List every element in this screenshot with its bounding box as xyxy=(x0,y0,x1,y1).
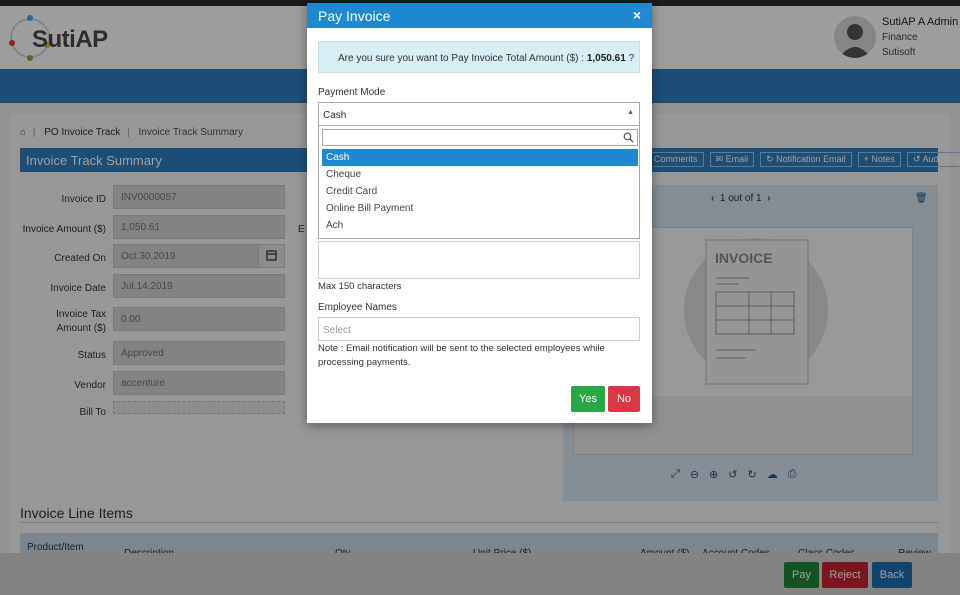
payment-mode-dropdown: Cash Cheque Credit Card Online Bill Paym… xyxy=(318,126,640,239)
confirm-amount: 1,050.61 xyxy=(586,53,626,64)
option-ach[interactable]: Ach xyxy=(322,217,638,234)
option-online-bill-payment[interactable]: Online Bill Payment xyxy=(322,200,638,217)
payment-mode-select[interactable]: Cash ▲ xyxy=(318,102,640,126)
search-icon xyxy=(623,132,634,143)
modal-header: Pay Invoice × xyxy=(307,3,652,28)
confirm-suffix: ? xyxy=(628,53,635,64)
employee-names-input[interactable]: Select xyxy=(318,317,640,341)
yes-button[interactable]: Yes xyxy=(571,386,605,412)
option-cash[interactable]: Cash xyxy=(322,149,638,166)
dropdown-search-input[interactable] xyxy=(322,129,638,146)
payment-mode-value: Cash xyxy=(323,110,347,121)
option-credit-card[interactable]: Credit Card xyxy=(322,183,638,200)
modal-title: Pay Invoice xyxy=(318,8,391,24)
payment-mode-label: Payment Mode xyxy=(318,87,386,98)
confirm-alert: Are you sure you want to Pay Invoice Tot… xyxy=(318,41,640,73)
pay-invoice-modal: Pay Invoice × Are you sure you want to P… xyxy=(307,3,652,423)
confirm-text: Are you sure you want to Pay Invoice Tot… xyxy=(338,53,585,64)
option-cheque[interactable]: Cheque xyxy=(322,166,638,183)
chevron-up-icon: ▲ xyxy=(627,109,634,116)
max-chars-hint: Max 150 characters xyxy=(318,281,402,292)
no-button[interactable]: No xyxy=(608,386,640,412)
employee-names-label: Employee Names xyxy=(318,302,397,313)
email-note: Note : Email notification will be sent t… xyxy=(318,343,605,368)
close-icon[interactable]: × xyxy=(633,7,641,23)
comments-textarea[interactable] xyxy=(318,241,640,279)
